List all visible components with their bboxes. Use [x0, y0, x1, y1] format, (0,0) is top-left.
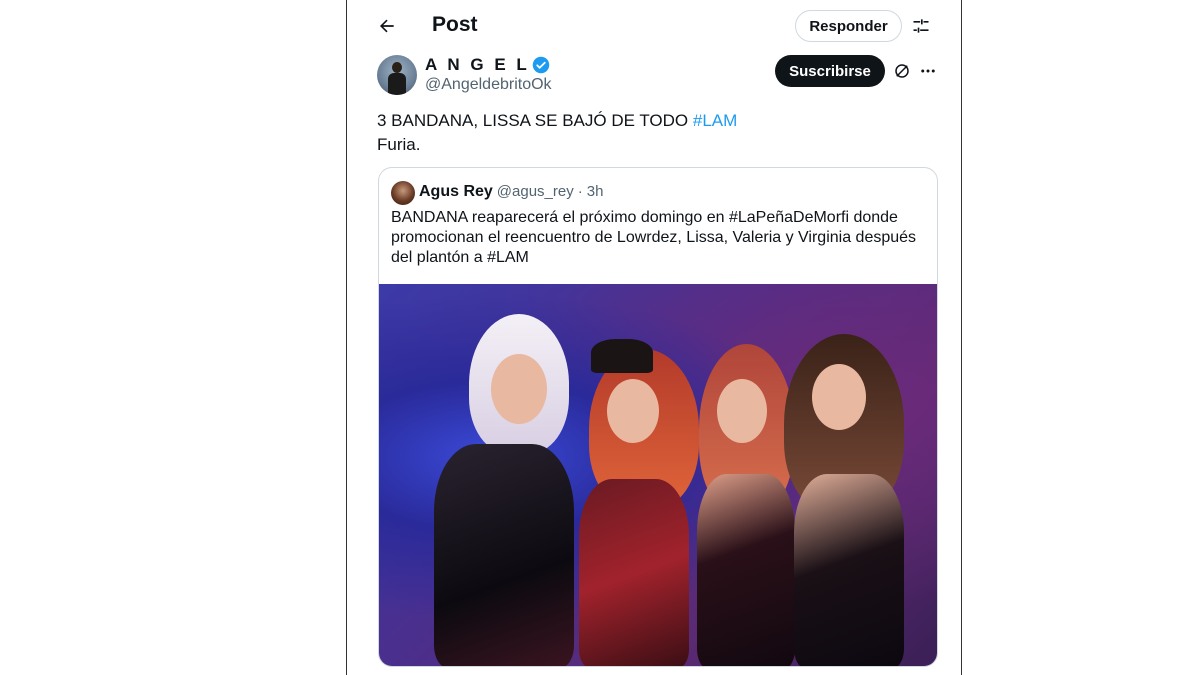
- post-header: Post Responder: [347, 0, 961, 52]
- author-handle[interactable]: @AngeldebritoOk: [425, 76, 552, 94]
- tweet-text-line2: Furia.: [377, 135, 421, 154]
- hashtag-link[interactable]: #LAM: [693, 111, 737, 130]
- author-name[interactable]: A N G E L: [425, 55, 550, 75]
- more-horizontal-icon: [921, 69, 935, 73]
- quote-author-name[interactable]: Agus Rey: [419, 183, 493, 201]
- back-button[interactable]: [369, 12, 405, 40]
- post-column: Post Responder A N G E L @AngeldebritoOk…: [346, 0, 962, 675]
- photo-person-1: [419, 314, 574, 666]
- sliders-icon: [913, 19, 929, 33]
- grok-button[interactable]: [891, 60, 913, 82]
- quote-author-handle[interactable]: @agus_rey: [497, 183, 574, 200]
- photo-person-2: [569, 339, 699, 666]
- filter-button[interactable]: [907, 12, 935, 40]
- quote-avatar[interactable]: [391, 181, 415, 205]
- quote-separator: ·: [577, 183, 583, 200]
- page-title: Post: [432, 13, 478, 36]
- tweet-text-line1: 3 BANDANA, LISSA SE BAJÓ DE TODO: [377, 111, 693, 130]
- quoted-post[interactable]: Agus Rey @agus_rey · 3h BANDANA reaparec…: [378, 167, 938, 667]
- reply-button[interactable]: Responder: [795, 10, 902, 42]
- author-name-text: A N G E L: [425, 55, 530, 74]
- quote-photo[interactable]: [379, 284, 937, 666]
- quote-text: BANDANA reaparecerá el próximo domingo e…: [391, 209, 917, 266]
- more-button[interactable]: [917, 60, 939, 82]
- author-avatar[interactable]: [377, 55, 417, 95]
- grok-icon: [895, 64, 909, 78]
- verified-badge-icon: [532, 56, 550, 74]
- quote-meta: Agus Rey @agus_rey · 3h: [419, 183, 603, 201]
- quote-timestamp[interactable]: 3h: [587, 183, 604, 200]
- photo-person-4: [774, 334, 914, 666]
- subscribe-button[interactable]: Suscribirse: [775, 55, 885, 87]
- arrow-left-icon: [380, 19, 394, 33]
- tweet-text: 3 BANDANA, LISSA SE BAJÓ DE TODO #LAM Fu…: [377, 109, 737, 157]
